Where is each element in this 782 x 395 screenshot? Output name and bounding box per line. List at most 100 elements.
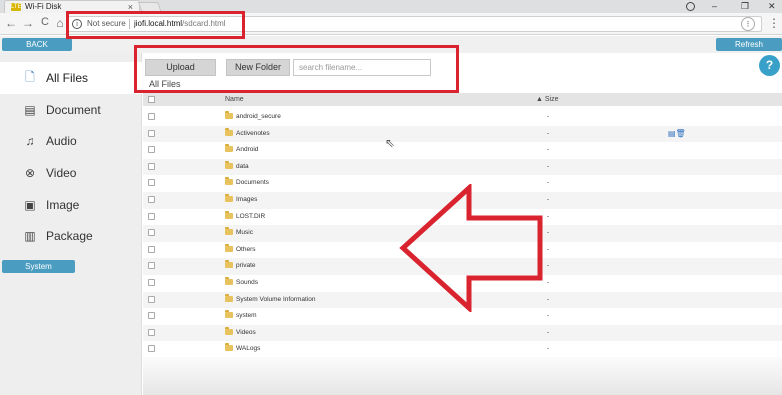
new-folder-button[interactable]: New Folder xyxy=(226,59,290,76)
table-row[interactable]: android_secure - xyxy=(143,109,782,126)
file-name[interactable]: System Volume Information xyxy=(236,296,315,303)
table-row[interactable]: Videos - xyxy=(143,324,782,342)
file-name[interactable]: Sounds xyxy=(236,279,258,286)
address-bar[interactable]: i Not secure jiofi.local.html/sdcard.htm… xyxy=(66,16,762,32)
browser-tab[interactable]: LTE Wi-Fi Disk × xyxy=(4,0,140,13)
system-button[interactable]: System xyxy=(2,260,75,273)
table-row[interactable]: data - xyxy=(143,158,782,176)
back-button[interactable]: BACK xyxy=(2,38,72,51)
column-header-name[interactable]: Name xyxy=(225,96,244,103)
forward-arrow-icon[interactable]: → xyxy=(21,16,35,30)
sidebar-item-label: Package xyxy=(46,229,93,243)
close-window-icon[interactable]: ✕ xyxy=(768,0,776,12)
folder-icon xyxy=(225,227,233,236)
row-checkbox[interactable] xyxy=(148,179,155,187)
minimize-icon[interactable]: – xyxy=(712,0,717,12)
row-checkbox[interactable] xyxy=(148,146,155,154)
file-name[interactable]: system xyxy=(236,312,257,319)
sidebar-item-audio[interactable]: ♫ Audio xyxy=(0,125,142,157)
file-name[interactable]: LOST.DIR xyxy=(236,213,265,220)
new-tab-button[interactable] xyxy=(137,2,163,13)
row-checkbox[interactable] xyxy=(148,278,155,286)
file-name[interactable]: Others xyxy=(236,246,256,253)
file-name[interactable]: Documents xyxy=(236,179,269,186)
mouse-cursor-icon: ⇖ xyxy=(385,136,396,150)
refresh-button[interactable]: Refresh xyxy=(716,38,782,51)
app-header: BACK Refresh xyxy=(0,36,782,53)
row-checkbox[interactable] xyxy=(148,129,155,137)
file-size: - xyxy=(547,113,550,120)
file-name[interactable]: private xyxy=(236,262,256,269)
folder-icon xyxy=(225,111,233,119)
select-all-checkbox[interactable] xyxy=(148,96,155,103)
sidebar: 🗋 All Files ▤ Document ♫ Audio ⊗ Video ▣… xyxy=(0,53,142,395)
table-row[interactable]: WALogs - xyxy=(143,341,782,358)
sidebar-item-all-files[interactable]: 🗋 All Files xyxy=(0,62,142,94)
column-header-size[interactable]: ▲ Size xyxy=(536,96,559,103)
music-icon: ♫ xyxy=(25,134,35,148)
folder-icon xyxy=(225,276,233,285)
row-checkbox[interactable] xyxy=(148,113,155,120)
sidebar-item-document[interactable]: ▤ Document xyxy=(0,94,142,126)
folder-icon xyxy=(225,310,233,319)
folder-icon xyxy=(225,177,233,186)
sidebar-item-label: Document xyxy=(46,103,101,117)
url-separator xyxy=(129,19,130,29)
file-size: - xyxy=(547,312,550,320)
home-icon[interactable]: ⌂ xyxy=(53,16,67,30)
folder-icon xyxy=(225,193,233,202)
sidebar-item-label: All Files xyxy=(46,71,89,85)
row-checkbox[interactable] xyxy=(148,229,155,237)
video-icon: ⊗ xyxy=(24,166,36,180)
folder-icon xyxy=(225,293,233,302)
folder-icon xyxy=(225,343,233,352)
file-name[interactable]: android_secure xyxy=(236,113,281,120)
row-checkbox[interactable] xyxy=(148,312,155,320)
row-checkbox[interactable] xyxy=(148,295,155,303)
table-row[interactable]: Android - xyxy=(143,142,782,159)
row-checkbox[interactable] xyxy=(148,328,155,336)
folder-icon xyxy=(225,260,233,269)
tab-favicon-icon: LTE xyxy=(11,3,22,11)
search-input[interactable] xyxy=(293,59,431,76)
upload-button[interactable]: Upload xyxy=(145,59,216,76)
annotation-arrow-icon xyxy=(399,184,543,312)
row-checkbox[interactable] xyxy=(148,195,155,203)
folder-icon xyxy=(225,210,233,219)
file-size: - xyxy=(547,162,550,170)
row-checkbox[interactable] xyxy=(148,262,155,270)
row-checkbox[interactable] xyxy=(148,245,155,253)
file-name[interactable]: Images xyxy=(236,196,257,203)
table-row[interactable]: Activenotes - ▤🗑 xyxy=(143,125,782,143)
file-name[interactable]: WALogs xyxy=(236,345,260,352)
profile-icon[interactable] xyxy=(686,2,695,11)
file-name[interactable]: Music xyxy=(236,229,253,236)
sidebar-item-video[interactable]: ⊗ Video xyxy=(0,157,142,189)
browser-tab-bar: LTE Wi-Fi Disk × – ❐ ✕ xyxy=(0,0,782,13)
info-icon[interactable]: i xyxy=(72,19,82,29)
file-size: - xyxy=(547,129,550,137)
package-icon: ▥ xyxy=(24,229,36,243)
row-checkbox[interactable] xyxy=(148,212,155,220)
file-name[interactable]: Activenotes xyxy=(236,130,270,137)
url-host: jiofi.local.html xyxy=(134,19,183,28)
sidebar-item-image[interactable]: ▣ Image xyxy=(0,189,142,221)
row-actions-icons[interactable]: ▤🗑 xyxy=(668,129,686,138)
folder-icon xyxy=(225,243,233,252)
row-checkbox[interactable] xyxy=(148,345,155,353)
file-size: - xyxy=(547,345,550,353)
file-name[interactable]: Android xyxy=(236,146,258,153)
reload-icon[interactable]: C xyxy=(38,16,52,28)
tab-close-icon[interactable]: × xyxy=(128,1,133,13)
sidebar-item-package[interactable]: ▥ Package xyxy=(0,220,142,252)
sidebar-item-label: Audio xyxy=(46,134,77,148)
browser-menu-icon[interactable]: ⋮ xyxy=(768,16,780,30)
maximize-icon[interactable]: ❐ xyxy=(741,0,749,12)
file-name[interactable]: Videos xyxy=(236,329,256,336)
page-menu-icon[interactable]: ⁝ xyxy=(741,17,755,31)
help-button[interactable]: ? xyxy=(759,55,780,76)
back-arrow-icon[interactable]: ← xyxy=(4,16,18,30)
file-name[interactable]: data xyxy=(236,163,249,170)
row-checkbox[interactable] xyxy=(148,162,155,170)
url-text[interactable]: jiofi.local.html/sdcard.html xyxy=(134,19,226,28)
